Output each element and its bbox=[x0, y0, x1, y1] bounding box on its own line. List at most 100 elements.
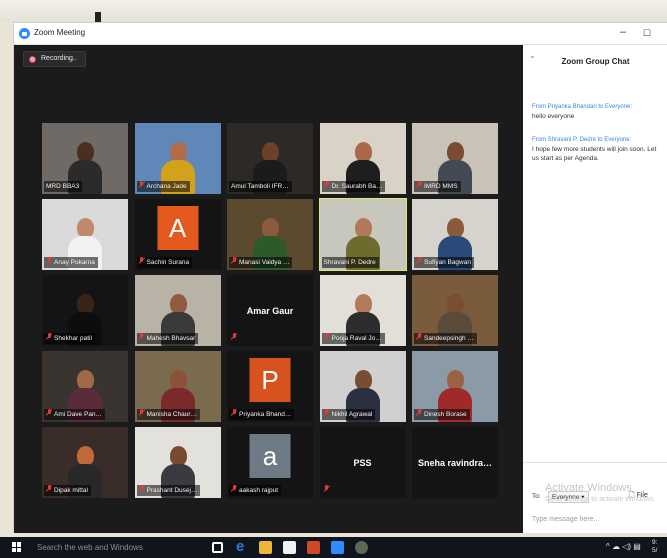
participant-tile[interactable]: Dipak mittal bbox=[42, 427, 128, 498]
participant-name: Prashant Dusej… bbox=[146, 487, 198, 494]
participant-tile[interactable]: P Priyanka Bhand… bbox=[227, 351, 313, 422]
participant-tile[interactable]: Prashant Dusej… bbox=[134, 427, 221, 498]
participant-name: Manasi Vaidya … bbox=[239, 259, 290, 266]
participant-name-label: Shekhar patil bbox=[44, 333, 95, 344]
participant-tile[interactable]: a aakash rajput bbox=[227, 427, 313, 498]
participant-name-label: Sufiyan Bagwan bbox=[414, 257, 474, 268]
participant-name-label: Amul Tamboli IFR… bbox=[229, 181, 292, 192]
participant-name-label: Manasi Vaidya … bbox=[229, 257, 293, 268]
title-bar: Zoom Meeting – ☐ bbox=[14, 23, 667, 45]
file-explorer-icon[interactable] bbox=[259, 541, 272, 554]
chat-message: From Shravani P. Dedre to Everyone: I hop… bbox=[532, 136, 664, 163]
minimize-button[interactable]: – bbox=[620, 26, 626, 38]
participant-name-label: Pooja Raval Jo… bbox=[321, 333, 385, 344]
participant-name: Sandeepsingh … bbox=[424, 335, 474, 342]
windows-start-icon[interactable] bbox=[12, 542, 22, 552]
watermark-subtitle: Go to Settings to activate Windows. bbox=[545, 496, 656, 503]
store-icon[interactable] bbox=[283, 541, 296, 554]
participant-name-label: Priyanka Bhand… bbox=[229, 409, 295, 420]
participant-tile[interactable]: Mahesh Bhavsar bbox=[134, 275, 221, 346]
participant-name-label: aakash rajput bbox=[229, 485, 282, 496]
participant-tile[interactable]: Nikhil Agrawal bbox=[319, 351, 406, 422]
muted-mic-icon bbox=[46, 485, 52, 493]
participant-tile[interactable]: Archana Jade bbox=[134, 123, 221, 194]
watermark-title: Activate Windows bbox=[545, 482, 632, 494]
participant-tile[interactable]: Amar Gaur bbox=[227, 275, 313, 346]
participant-name-label: Shravani P. Dedre bbox=[321, 257, 379, 268]
recording-label: Recording.. bbox=[41, 55, 77, 62]
paint-icon[interactable] bbox=[355, 541, 368, 554]
taskbar-search-box[interactable]: Search the web and Windows bbox=[31, 538, 201, 557]
participant-tile[interactable]: PSS bbox=[319, 427, 406, 498]
participant-display-name: Sneha ravindra… bbox=[417, 457, 493, 468]
muted-mic-icon bbox=[231, 333, 237, 341]
muted-mic-icon bbox=[231, 485, 237, 493]
muted-mic-icon bbox=[416, 333, 422, 341]
maximize-button[interactable]: ☐ bbox=[643, 28, 651, 39]
participant-tile[interactable]: IMRD MMS bbox=[412, 123, 498, 194]
participant-tile[interactable]: Ami Dave Pan… bbox=[42, 351, 128, 422]
chat-message: From Priyanka Bhandari to Everyone: hello… bbox=[532, 103, 664, 121]
participant-name: Nikhil Agrawal bbox=[331, 411, 373, 418]
participant-name: Amul Tamboli IFR… bbox=[231, 183, 289, 190]
chat-message-sender: From Shravani P. Dedre to Everyone: bbox=[532, 137, 632, 143]
powerpoint-icon[interactable] bbox=[307, 541, 320, 554]
recording-indicator[interactable]: Recording.. bbox=[23, 51, 86, 67]
participant-name-label: Dinesh Borase bbox=[414, 409, 470, 420]
participant-tile[interactable]: Amul Tamboli IFR… bbox=[227, 123, 313, 194]
participant-name-label: Archana Jade bbox=[136, 181, 190, 192]
participant-name-label: Ami Dave Pan… bbox=[44, 409, 106, 420]
participant-name: Dr. Saurabh Ba… bbox=[331, 183, 383, 190]
avatar: A bbox=[157, 206, 198, 250]
muted-mic-icon bbox=[416, 409, 422, 417]
participant-name: Priyanka Bhand… bbox=[239, 411, 292, 418]
clock[interactable]: 9: 5/ bbox=[652, 539, 657, 555]
clock-line-1: 9: bbox=[652, 539, 658, 546]
chat-message-input[interactable]: Type message here... bbox=[532, 516, 599, 523]
participant-tile[interactable]: Sufiyan Bagwan bbox=[412, 199, 498, 270]
participant-name: IMRD MMS bbox=[424, 183, 458, 190]
record-icon bbox=[29, 56, 36, 63]
participant-tile[interactable]: Pooja Raval Jo… bbox=[319, 275, 406, 346]
muted-mic-icon bbox=[139, 333, 145, 341]
participant-tile[interactable]: Dinesh Borase bbox=[412, 351, 498, 422]
participant-name: MRD BBA3 bbox=[46, 183, 80, 190]
zoom-taskbar-icon[interactable] bbox=[331, 541, 344, 554]
muted-mic-icon bbox=[324, 409, 330, 417]
participant-tile[interactable]: A Sachin Surana bbox=[134, 199, 221, 270]
participant-tile[interactable]: Shekhar patil bbox=[42, 275, 128, 346]
zoom-meeting-window: Zoom Meeting – ☐ Recording.. MRD BBA3 Arc… bbox=[13, 22, 667, 533]
participant-tile[interactable]: Shravani P. Dedre bbox=[318, 198, 407, 271]
window-title: Zoom Meeting bbox=[34, 28, 86, 37]
participant-tile[interactable]: Dr. Saurabh Ba… bbox=[319, 123, 406, 194]
muted-mic-icon bbox=[139, 409, 145, 417]
participant-name-label: Mahesh Bhavsar bbox=[136, 333, 199, 344]
participant-name-label: Prashant Dusej… bbox=[136, 485, 201, 496]
participant-name: Shekhar patil bbox=[54, 335, 92, 342]
participant-tile[interactable]: Sneha ravindra… bbox=[412, 427, 498, 498]
activate-windows-watermark: Activate Windows Go to Settings to activ… bbox=[545, 482, 656, 506]
participant-name: Sufiyan Bagwan bbox=[424, 259, 471, 266]
chat-panel: ⌄ Zoom Group Chat From Priyanka Bhandari… bbox=[523, 45, 667, 533]
participant-tile[interactable]: Manasi Vaidya … bbox=[227, 199, 313, 270]
participant-tile[interactable]: Manisha Chaur… bbox=[134, 351, 221, 422]
muted-mic-icon bbox=[324, 333, 330, 341]
muted-mic-icon bbox=[139, 257, 145, 265]
participant-name: Mahesh Bhavsar bbox=[146, 335, 196, 342]
muted-mic-icon bbox=[231, 257, 237, 265]
task-view-icon[interactable] bbox=[212, 542, 223, 553]
system-tray[interactable]: ^ ☁ ◁) ▤ bbox=[606, 542, 641, 551]
avatar: P bbox=[249, 358, 291, 402]
participant-tile[interactable]: Anay Pokarna bbox=[42, 199, 128, 270]
participant-name-label: Dipak mittal bbox=[44, 485, 91, 496]
participant-name: Manisha Chaur… bbox=[146, 411, 198, 418]
participant-tile[interactable]: Sandeepsingh … bbox=[412, 275, 498, 346]
edge-browser-icon[interactable]: e bbox=[236, 538, 249, 555]
participant-name: Sachin Surana bbox=[146, 259, 190, 266]
chat-title: Zoom Group Chat bbox=[561, 57, 630, 66]
participant-tile[interactable]: MRD BBA3 bbox=[42, 123, 128, 194]
participant-name-label: IMRD MMS bbox=[414, 181, 461, 192]
participant-name-label: Anay Pokarna bbox=[44, 257, 98, 268]
participant-grid: MRD BBA3 Archana Jade Amul Tamboli IFR… Dr.… bbox=[42, 123, 498, 503]
participant-name: Dipak mittal bbox=[54, 487, 88, 494]
